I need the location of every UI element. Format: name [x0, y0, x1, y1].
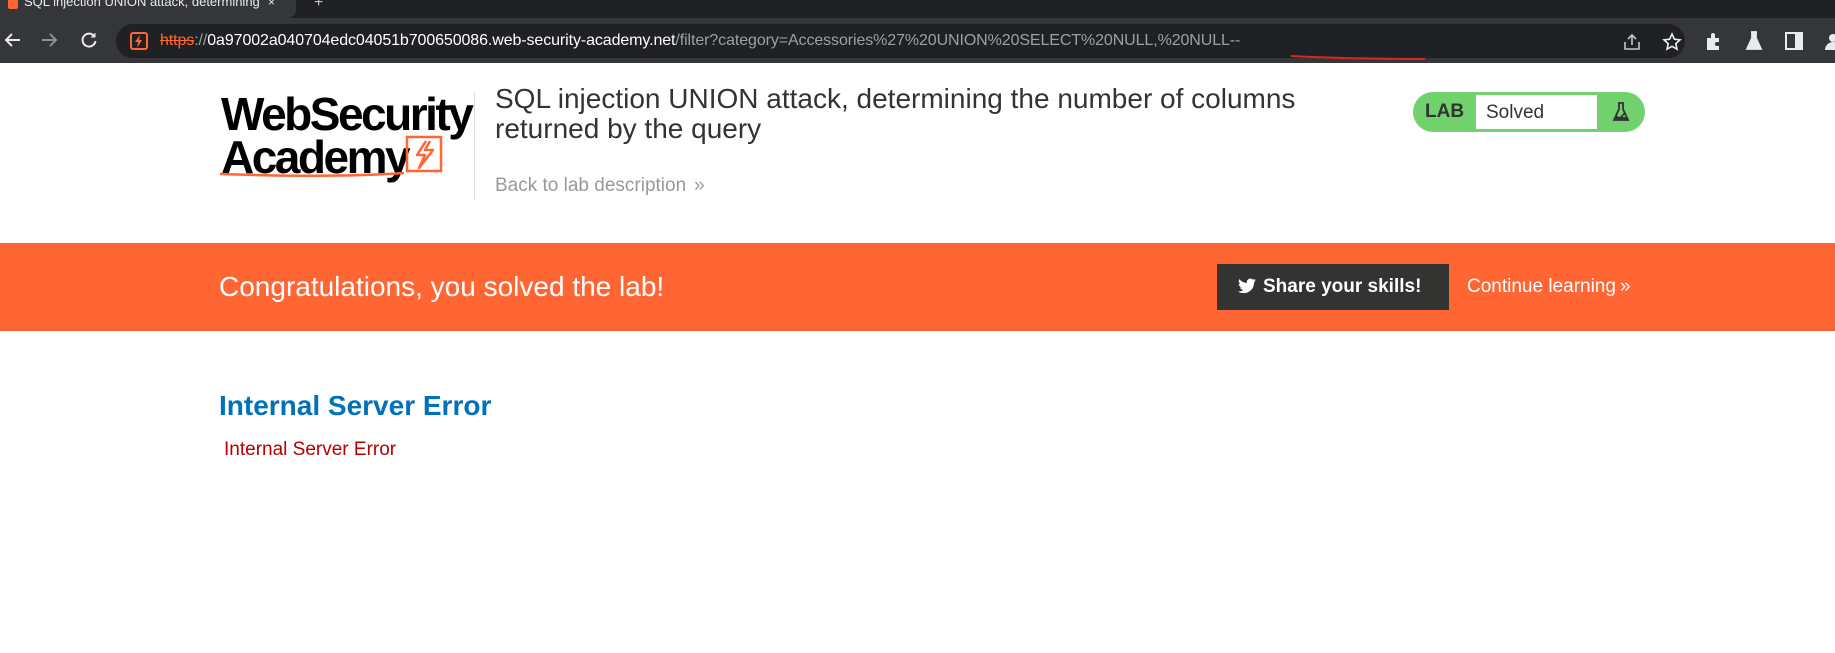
url-path: /filter?category=Accessories%27%20UNION%… — [675, 32, 1241, 49]
flask-icon — [1612, 102, 1630, 121]
tab-title: SQL injection UNION attack, determining … — [24, 0, 264, 9]
forward-arrow-icon[interactable] — [36, 27, 62, 53]
address-bar[interactable]: https://0a97002a040704edc04051b700650086… — [116, 24, 1685, 60]
red-annotation-underline — [1290, 55, 1426, 60]
double-chevron-right-icon: » — [1619, 276, 1630, 297]
site-info-icon[interactable] — [130, 32, 148, 50]
extensions-puzzle-icon[interactable] — [1703, 30, 1725, 52]
url-host: 0a97002a040704edc04051b700650086.web-sec… — [207, 32, 676, 49]
labs-flask-icon[interactable] — [1743, 30, 1765, 52]
twitter-bird-icon — [1238, 278, 1256, 294]
solved-banner: Congratulations, you solved the lab! Sha… — [0, 243, 1835, 331]
back-arrow-icon[interactable] — [0, 27, 26, 53]
back-link-label: Back to lab description — [495, 175, 687, 196]
new-tab-icon[interactable]: + — [314, 0, 323, 12]
share-page-icon[interactable] — [1622, 32, 1642, 52]
share-your-skills-button[interactable]: Share your skills! — [1217, 264, 1449, 310]
bookmark-star-icon[interactable] — [1662, 32, 1682, 52]
site-favicon-icon — [8, 0, 18, 9]
url-scheme: https — [160, 32, 195, 49]
lab-badge: LAB — [1425, 101, 1465, 122]
double-chevron-right-icon: » — [694, 175, 704, 196]
header-divider — [474, 92, 475, 200]
lab-status-widget: LAB Solved — [1413, 92, 1645, 132]
continue-learning-link[interactable]: Continue learning» — [1467, 276, 1630, 298]
logo-bolt-icon — [219, 135, 443, 177]
tab-strip: SQL injection UNION attack, determining … — [0, 0, 1835, 18]
profile-icon[interactable] — [1822, 30, 1835, 52]
tab-close-icon[interactable]: × — [268, 0, 275, 9]
congratulations-message: Congratulations, you solved the lab! — [219, 271, 665, 302]
lab-status-text: Solved — [1475, 94, 1598, 130]
error-message: Internal Server Error — [224, 439, 397, 460]
browser-toolbar: https://0a97002a040704edc04051b700650086… — [0, 18, 1835, 63]
web-security-academy-logo[interactable]: WebSecurity Academy — [219, 87, 474, 187]
side-panel-icon[interactable] — [1783, 30, 1805, 52]
back-to-lab-description-link[interactable]: Back to lab description » — [495, 175, 705, 197]
reload-icon[interactable] — [76, 27, 102, 53]
lab-title: SQL injection UNION attack, determining … — [495, 83, 1296, 144]
continue-learning-label: Continue learning — [1467, 276, 1616, 297]
error-heading: Internal Server Error — [219, 390, 492, 421]
url-text[interactable]: https://0a97002a040704edc04051b700650086… — [160, 32, 1240, 50]
share-button-label: Share your skills! — [1263, 276, 1422, 297]
url-separator: :// — [194, 32, 208, 49]
browser-tab[interactable]: SQL injection UNION attack, determining … — [0, 0, 296, 18]
